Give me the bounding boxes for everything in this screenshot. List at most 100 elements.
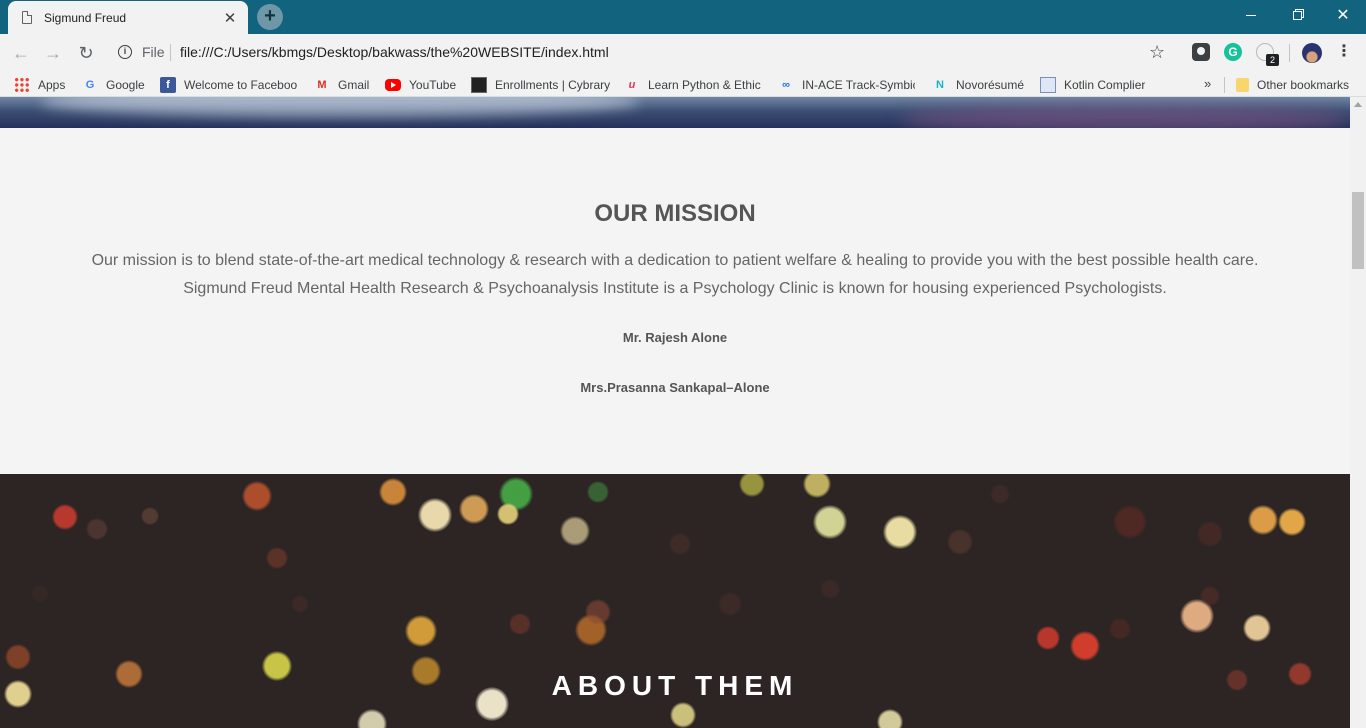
- link-icon: ∞: [782, 79, 790, 91]
- bokeh-light: [820, 579, 840, 599]
- bookmark-label: Novorésumé: [956, 78, 1025, 92]
- document-icon: [22, 11, 32, 24]
- bokeh-light: [1197, 521, 1223, 547]
- bookmark-label: IN-ACE Track-Symbic: [802, 78, 915, 92]
- apps-grid-icon: [14, 77, 30, 93]
- bokeh-light: [669, 533, 691, 555]
- bookmark-label: Learn Python & Ethic: [648, 78, 761, 92]
- bokeh-light: [877, 709, 903, 728]
- extension-lightbulb-icon[interactable]: [1192, 43, 1210, 61]
- mission-heading: OUR MISSION: [594, 200, 756, 227]
- back-button[interactable]: ←: [9, 41, 33, 65]
- bokeh-light: [379, 478, 407, 506]
- signatory-1: Mr. Rajesh Alone: [622, 330, 728, 345]
- bokeh-light: [242, 481, 272, 511]
- bokeh-light: [357, 709, 387, 728]
- hero-image: [0, 97, 1350, 128]
- scroll-up-arrow[interactable]: [1354, 102, 1362, 107]
- bokeh-light: [803, 474, 831, 498]
- bokeh-light: [1036, 626, 1060, 650]
- bokeh-light: [587, 481, 609, 503]
- window-titlebar: Sigmund Freud ✕ + ✕: [0, 0, 1366, 34]
- bookmark-cybrary[interactable]: Enrollments | Cybrary: [471, 76, 610, 94]
- bokeh-light: [1109, 618, 1131, 640]
- profile-avatar[interactable]: [1302, 43, 1322, 63]
- learn-icon: u: [628, 79, 636, 91]
- page-scrollbar[interactable]: [1350, 97, 1366, 728]
- address-separator: [170, 44, 171, 61]
- menu-dots-icon[interactable]: ⋮: [1336, 42, 1352, 62]
- mission-text: Our mission is to blend state-of-the-art…: [0, 247, 1350, 303]
- bokeh-light: [5, 644, 31, 670]
- bookmark-in-ace[interactable]: ∞ IN-ACE Track-Symbic: [778, 76, 915, 94]
- bookmark-label: Kotlin Complier: [1064, 78, 1146, 92]
- bokeh-light: [459, 494, 489, 524]
- browser-toolbar: ← → ↻ i File file:///C:/Users/kbmgs/Desk…: [0, 34, 1366, 72]
- bokeh-light: [141, 507, 159, 525]
- bokeh-light: [291, 595, 309, 613]
- new-tab-button[interactable]: +: [257, 4, 283, 30]
- bokeh-light: [947, 529, 973, 555]
- other-bookmarks[interactable]: Other bookmarks: [1236, 76, 1349, 94]
- bokeh-light: [1248, 505, 1278, 535]
- other-bookmarks-label: Other bookmarks: [1257, 78, 1350, 92]
- bokeh-light: [739, 474, 765, 497]
- bokeh-light: [52, 504, 78, 530]
- bokeh-light: [1070, 631, 1100, 661]
- extension-badge: 2: [1266, 54, 1279, 66]
- bookmark-label: Enrollments | Cybrary: [495, 78, 611, 92]
- url-scheme-label: File: [142, 44, 165, 60]
- bokeh-light: [1278, 508, 1306, 536]
- forward-button[interactable]: →: [41, 41, 65, 65]
- novoresume-icon: N: [936, 79, 944, 91]
- minimize-icon: [1246, 14, 1256, 16]
- bokeh-light: [585, 599, 611, 625]
- cybrary-icon: [471, 77, 487, 93]
- tab-title: Sigmund Freud: [44, 10, 127, 25]
- bookmark-star-icon[interactable]: ☆: [1149, 42, 1165, 63]
- youtube-icon: [385, 79, 401, 91]
- mission-line-1: Our mission is to blend state-of-the-art…: [91, 252, 1259, 269]
- bookmark-label: YouTube: [409, 78, 457, 92]
- bookmark-google[interactable]: G Google: [82, 76, 145, 94]
- bokeh-light: [990, 484, 1010, 504]
- google-icon: G: [85, 79, 95, 91]
- tab-close-icon[interactable]: ✕: [222, 9, 238, 27]
- bookmark-youtube[interactable]: YouTube: [385, 76, 456, 94]
- bokeh-light: [497, 503, 519, 525]
- restore-icon: [1292, 10, 1302, 20]
- bokeh-light: [405, 615, 437, 647]
- bookmark-label: Gmail: [338, 78, 370, 92]
- bookmark-label: Google: [106, 78, 145, 92]
- bookmark-apps[interactable]: Apps: [14, 76, 65, 94]
- folder-icon: [1236, 78, 1249, 92]
- mission-section: OUR MISSION Our mission is to blend stat…: [0, 128, 1350, 474]
- bookmark-gmail[interactable]: M Gmail: [314, 76, 369, 94]
- reload-button[interactable]: ↻: [74, 41, 98, 65]
- browser-tab[interactable]: Sigmund Freud ✕: [8, 1, 248, 34]
- bokeh-light: [813, 505, 847, 539]
- bokeh-light: [266, 547, 288, 569]
- bokeh-light: [718, 592, 742, 616]
- bokeh-light: [418, 498, 452, 532]
- bookmarks-overflow-button[interactable]: »: [1204, 76, 1211, 91]
- bokeh-light: [670, 702, 696, 728]
- bookmarks-bar: Apps G Google f Welcome to Faceboo M Gma…: [0, 72, 1366, 97]
- bookmark-label: Apps: [38, 78, 66, 92]
- grammarly-icon[interactable]: G: [1224, 43, 1242, 61]
- mission-line-2: Sigmund Freud Mental Health Research & P…: [183, 280, 1167, 297]
- site-info-icon[interactable]: i: [118, 45, 132, 59]
- bookmark-novoresume[interactable]: N Novorésumé: [932, 76, 1024, 94]
- bookmark-kotlin[interactable]: Kotlin Complier: [1040, 76, 1145, 94]
- scroll-thumb[interactable]: [1352, 192, 1364, 269]
- bokeh-light: [31, 585, 49, 603]
- bokeh-light: [86, 518, 108, 540]
- restore-button[interactable]: [1274, 0, 1320, 30]
- bokeh-light: [883, 515, 917, 549]
- address-bar[interactable]: file:///C:/Users/kbmgs/Desktop/bakwass/t…: [180, 44, 609, 60]
- facebook-icon: f: [160, 77, 176, 93]
- minimize-button[interactable]: [1228, 0, 1274, 30]
- bookmark-facebook[interactable]: f Welcome to Faceboo: [160, 76, 297, 94]
- close-window-button[interactable]: ✕: [1320, 0, 1366, 30]
- bookmark-learn-python[interactable]: u Learn Python & Ethic: [624, 76, 761, 94]
